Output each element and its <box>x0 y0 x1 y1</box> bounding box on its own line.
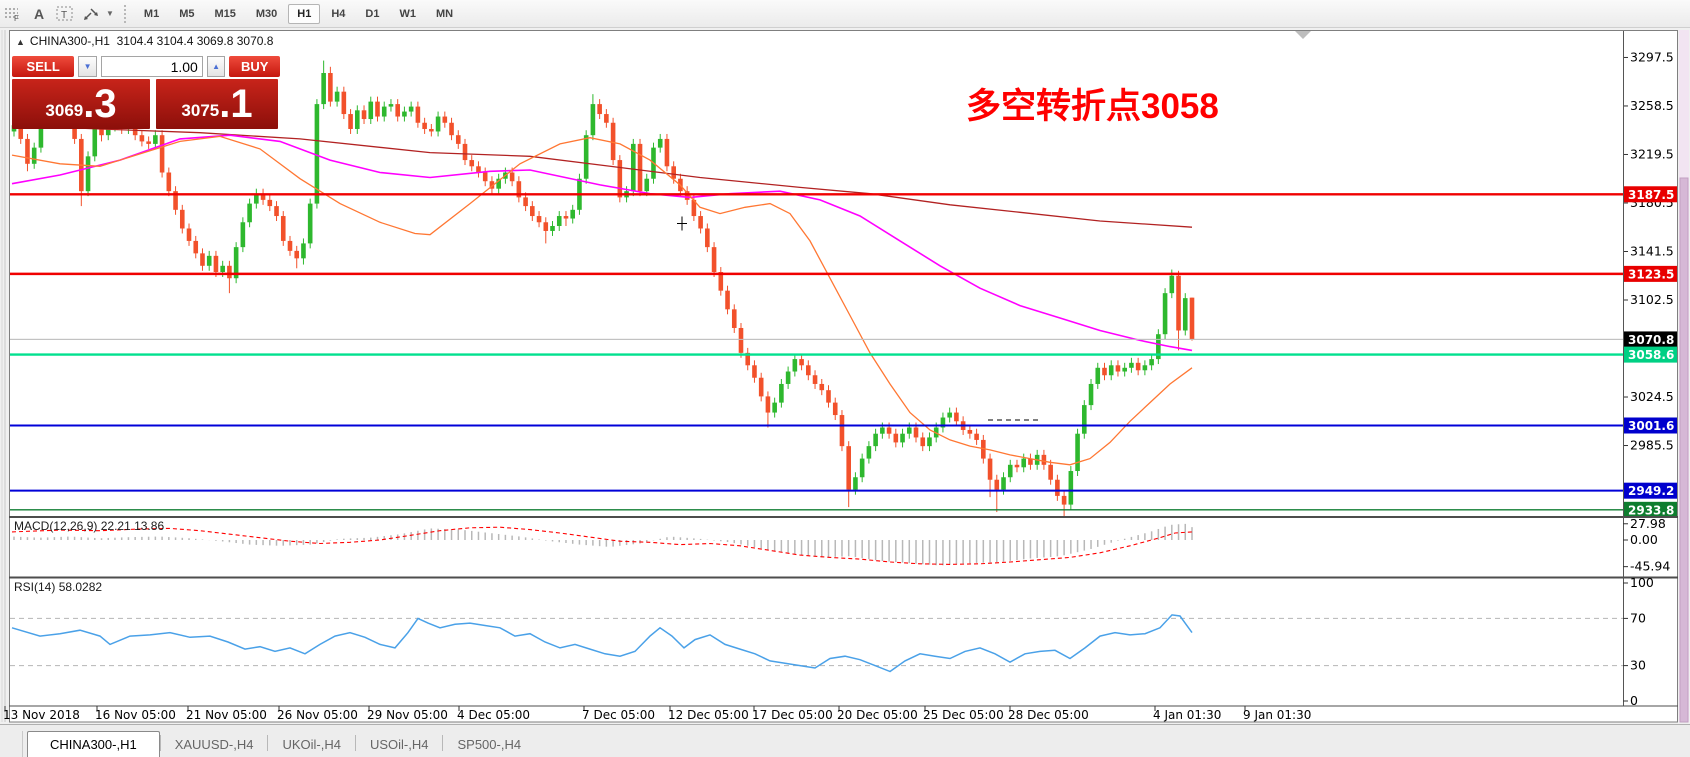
chart-tab-china300-h1[interactable]: CHINA300-,H1 <box>27 731 160 757</box>
svg-text:12 Dec 05:00: 12 Dec 05:00 <box>668 708 749 722</box>
timeframe-button-w1[interactable]: W1 <box>390 4 425 24</box>
timeframe-button-mn[interactable]: MN <box>427 4 462 24</box>
svg-text:-45.94: -45.94 <box>1630 559 1670 574</box>
svg-text:13 Nov 2018: 13 Nov 2018 <box>3 708 80 722</box>
svg-text:F: F <box>14 14 19 22</box>
sell-price-fraction: .3 <box>83 84 116 124</box>
svg-text:100: 100 <box>1630 575 1654 590</box>
chart-tab-xauusd-h4[interactable]: XAUUSD-,H4 <box>161 732 268 757</box>
timeframe-button-h1[interactable]: H1 <box>288 4 320 24</box>
svg-text:17 Dec 05:00: 17 Dec 05:00 <box>752 708 833 722</box>
buy-price-fraction: .1 <box>219 84 252 124</box>
sell-price-main: 3069 <box>45 101 83 121</box>
toolbar-separator <box>124 5 126 23</box>
rsi-indicator-label: RSI(14) 58.0282 <box>14 580 102 594</box>
svg-text:2949.2: 2949.2 <box>1628 484 1674 498</box>
cursor-dropdown-arrow[interactable]: ▼ <box>106 9 114 18</box>
buy-button[interactable]: BUY <box>229 56 280 77</box>
timeframe-button-m5[interactable]: M5 <box>170 4 203 24</box>
svg-text:70: 70 <box>1630 610 1646 625</box>
svg-text:20 Dec 05:00: 20 Dec 05:00 <box>837 708 918 722</box>
timeframe-button-m15[interactable]: M15 <box>205 4 244 24</box>
buy-price-main: 3075 <box>181 101 219 121</box>
svg-text:30: 30 <box>1630 658 1646 673</box>
sell-button[interactable]: SELL <box>12 56 74 77</box>
svg-text:3297.5: 3297.5 <box>1630 49 1674 64</box>
svg-text:16 Nov 05:00: 16 Nov 05:00 <box>95 708 176 722</box>
svg-text:3070.8: 3070.8 <box>1628 333 1674 347</box>
timeframe-group: M1M5M15M30H1H4D1W1MN <box>134 4 463 24</box>
svg-text:4 Jan 01:30: 4 Jan 01:30 <box>1153 708 1221 722</box>
toolbar: F A T ▼ M1M5M15M30H1H4D1W1MN <box>0 0 1690 28</box>
volume-increase-button[interactable]: ▲ <box>207 56 226 77</box>
svg-text:3258.5: 3258.5 <box>1630 98 1674 113</box>
svg-text:9 Jan 01:30: 9 Jan 01:30 <box>1243 708 1311 722</box>
chart-tab-usoil-h4[interactable]: USOil-,H4 <box>356 732 443 757</box>
svg-text:3024.5: 3024.5 <box>1630 389 1674 404</box>
sell-price-display[interactable]: 3069.3 <box>12 79 150 129</box>
timeframe-button-d1[interactable]: D1 <box>356 4 388 24</box>
chart-ohlc-readout: 3104.4 3104.4 3069.8 3070.8 <box>117 34 274 48</box>
timeframe-button-m30[interactable]: M30 <box>247 4 286 24</box>
macd-indicator-label: MACD(12,26,9) 22.21 13.86 <box>14 519 164 533</box>
timeframe-button-m1[interactable]: M1 <box>135 4 168 24</box>
svg-text:3219.5: 3219.5 <box>1630 146 1674 161</box>
text-annotation-icon[interactable]: A <box>26 3 52 25</box>
cursor-mode-icon[interactable] <box>78 3 104 25</box>
text-label-icon[interactable]: T <box>52 3 78 25</box>
fibonacci-grid-icon[interactable]: F <box>0 3 26 25</box>
chart-title-bar: ▲ CHINA300-,H1 3104.4 3104.4 3069.8 3070.… <box>16 34 273 48</box>
svg-text:2985.5: 2985.5 <box>1630 438 1674 453</box>
svg-text:3058.6: 3058.6 <box>1628 348 1674 362</box>
chart-annotation-text: 多空转折点3058 <box>966 78 1219 129</box>
svg-text:T: T <box>61 10 67 21</box>
svg-text:0: 0 <box>1630 693 1638 708</box>
svg-text:3141.5: 3141.5 <box>1630 243 1674 258</box>
svg-text:27.98: 27.98 <box>1630 516 1666 531</box>
chart-tab-ukoil-h4[interactable]: UKOil-,H4 <box>268 732 355 757</box>
svg-text:3187.5: 3187.5 <box>1628 188 1674 202</box>
svg-text:26 Nov 05:00: 26 Nov 05:00 <box>277 708 358 722</box>
one-click-trade-panel: SELL ▼ ▲ BUY 3069.3 3075.1 <box>12 56 280 129</box>
svg-text:29 Nov 05:00: 29 Nov 05:00 <box>367 708 448 722</box>
svg-text:7 Dec 05:00: 7 Dec 05:00 <box>582 708 655 722</box>
chart-tab-bar: CHINA300-,H1XAUUSD-,H4UKOil-,H4USOil-,H4… <box>0 724 1690 757</box>
volume-decrease-button[interactable]: ▼ <box>78 56 97 77</box>
buy-price-display[interactable]: 3075.1 <box>156 79 278 129</box>
svg-text:3123.5: 3123.5 <box>1628 267 1674 281</box>
svg-text:28 Dec 05:00: 28 Dec 05:00 <box>1008 708 1089 722</box>
svg-text:3102.5: 3102.5 <box>1630 292 1674 307</box>
panel-collapse-icon[interactable]: ▲ <box>16 37 25 47</box>
chart-symbol-title: CHINA300-,H1 <box>30 34 110 48</box>
svg-text:25 Dec 05:00: 25 Dec 05:00 <box>923 708 1004 722</box>
svg-text:3001.6: 3001.6 <box>1628 419 1674 433</box>
tab-scroll-grip[interactable] <box>0 731 23 757</box>
svg-text:4 Dec 05:00: 4 Dec 05:00 <box>457 708 530 722</box>
timeframe-button-h4[interactable]: H4 <box>322 4 354 24</box>
vertical-scrollbar-thumb[interactable] <box>1680 178 1688 722</box>
chart-tab-sp500-h4[interactable]: SP500-,H4 <box>443 732 535 757</box>
volume-input[interactable] <box>101 56 203 77</box>
svg-text:0.00: 0.00 <box>1630 532 1658 547</box>
svg-text:21 Nov 05:00: 21 Nov 05:00 <box>186 708 267 722</box>
